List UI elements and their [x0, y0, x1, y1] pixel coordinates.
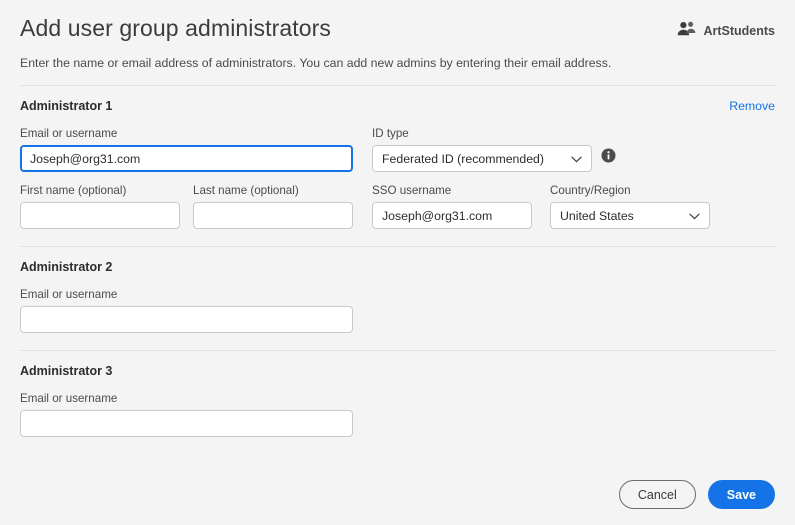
- administrator-1-row-1: Email or username ID type Federated ID (…: [20, 127, 775, 172]
- footer-actions: Cancel Save: [618, 480, 775, 509]
- administrator-1-header: Administrator 1 Remove: [20, 86, 775, 113]
- organization-name: ArtStudents: [703, 24, 775, 38]
- administrator-2-row-1: Email or username: [20, 288, 775, 333]
- sso-username-label: SSO username: [372, 184, 452, 197]
- administrator-1-first-name-input[interactable]: [20, 202, 180, 229]
- chevron-down-icon: [689, 209, 700, 223]
- email-or-username-label: Email or username: [20, 392, 118, 405]
- chevron-down-icon: [571, 152, 582, 166]
- administrator-1-title: Administrator 1: [20, 99, 113, 113]
- page-title: Add user group administrators: [20, 15, 331, 41]
- organization-chip: ArtStudents: [677, 14, 775, 41]
- administrator-1-row-2: First name (optional) Last name (optiona…: [20, 184, 775, 229]
- page-subtitle: Enter the name or email address of admin…: [20, 56, 612, 70]
- add-user-group-administrators-page: Add user group administrators ArtStudent…: [0, 0, 795, 525]
- administrator-3-row-1: Email or username: [20, 392, 775, 437]
- administrator-1-country-group: Country/Region United States: [550, 184, 710, 229]
- administrator-2-header: Administrator 2: [20, 247, 775, 274]
- administrator-3-email-field-group: Email or username: [20, 392, 353, 437]
- administrator-1-block: Administrator 1 Remove Email or username…: [20, 86, 775, 229]
- page-header: Add user group administrators ArtStudent…: [20, 0, 775, 42]
- administrator-1-first-name-group: First name (optional): [20, 184, 180, 229]
- id-type-info-icon[interactable]: [601, 148, 616, 168]
- last-name-label: Last name (optional): [193, 184, 299, 197]
- country-selected-value: United States: [560, 208, 634, 223]
- administrator-1-email-field-group: Email or username: [20, 127, 353, 172]
- administrator-1-id-type-select[interactable]: Federated ID (recommended): [372, 145, 592, 172]
- administrator-1-sso-username-input[interactable]: [372, 202, 532, 229]
- administrator-2-email-field-group: Email or username: [20, 288, 353, 333]
- remove-administrator-1-link[interactable]: Remove: [729, 99, 775, 113]
- administrator-2-email-input[interactable]: [20, 306, 353, 333]
- country-region-label: Country/Region: [550, 184, 631, 197]
- administrator-3-block: Administrator 3 Email or username: [20, 351, 775, 437]
- administrator-2-title: Administrator 2: [20, 260, 113, 274]
- id-type-selected-value: Federated ID (recommended): [382, 151, 544, 166]
- administrator-3-header: Administrator 3: [20, 351, 775, 378]
- administrator-1-sso-username-group: SSO username: [372, 184, 532, 229]
- administrator-1-last-name-group: Last name (optional): [193, 184, 353, 229]
- email-or-username-label: Email or username: [20, 127, 118, 140]
- administrator-1-email-input[interactable]: [20, 145, 353, 172]
- id-type-label: ID type: [372, 127, 409, 140]
- first-name-label: First name (optional): [20, 184, 127, 197]
- cancel-button[interactable]: Cancel: [618, 480, 696, 509]
- users-icon: [677, 21, 696, 41]
- administrator-3-email-input[interactable]: [20, 410, 353, 437]
- administrator-1-id-type-group: ID type Federated ID (recommended): [372, 127, 592, 172]
- administrator-2-block: Administrator 2 Email or username: [20, 247, 775, 333]
- administrator-1-country-select[interactable]: United States: [550, 202, 710, 229]
- email-or-username-label: Email or username: [20, 288, 118, 301]
- save-button[interactable]: Save: [707, 480, 775, 509]
- administrator-1-last-name-input[interactable]: [193, 202, 353, 229]
- administrator-3-title: Administrator 3: [20, 364, 113, 378]
